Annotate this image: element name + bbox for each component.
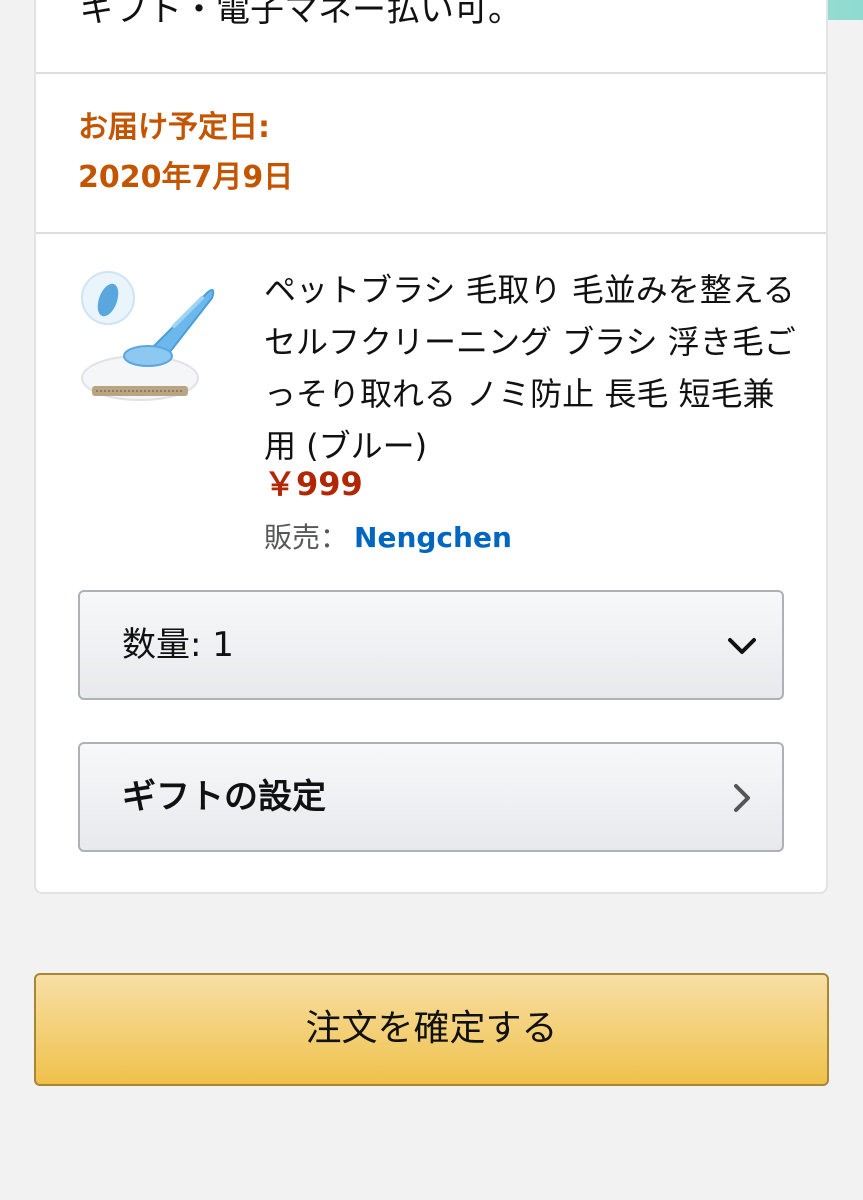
seller-row: 販売： Nengchen xyxy=(264,518,512,558)
delivery-date-value: 2020年7月9日 xyxy=(78,160,294,195)
product-price: ￥999 xyxy=(264,465,363,503)
order-item-card: ギフト・電子マネー払い可。 お届け予定日: 2020年7月9日 ペットブラシ 毛… xyxy=(34,0,828,894)
chevron-right-icon xyxy=(724,780,760,816)
divider xyxy=(36,72,826,74)
product-title[interactable]: ペットブラシ 毛取り 毛並みを整える セルフクリーニング ブラシ 浮き毛ごっそり… xyxy=(264,264,804,472)
product-image[interactable] xyxy=(78,266,218,412)
previous-section-text: ギフト・電子マネー払い可。 xyxy=(80,0,522,30)
seller-link[interactable]: Nengchen xyxy=(354,521,512,554)
chevron-down-icon xyxy=(724,628,760,664)
seller-label: 販売： xyxy=(264,521,349,554)
gift-settings-label: ギフトの設定 xyxy=(122,777,326,817)
place-order-button[interactable]: 注文を確定する xyxy=(34,973,829,1086)
quantity-dropdown[interactable]: 数量: 1 xyxy=(78,590,784,700)
gift-settings-button[interactable]: ギフトの設定 xyxy=(78,742,784,852)
divider xyxy=(36,232,826,234)
delivery-date-label: お届け予定日: xyxy=(78,110,270,145)
quantity-value: 1 xyxy=(212,625,234,665)
quantity-label: 数量: 1 xyxy=(122,625,234,665)
